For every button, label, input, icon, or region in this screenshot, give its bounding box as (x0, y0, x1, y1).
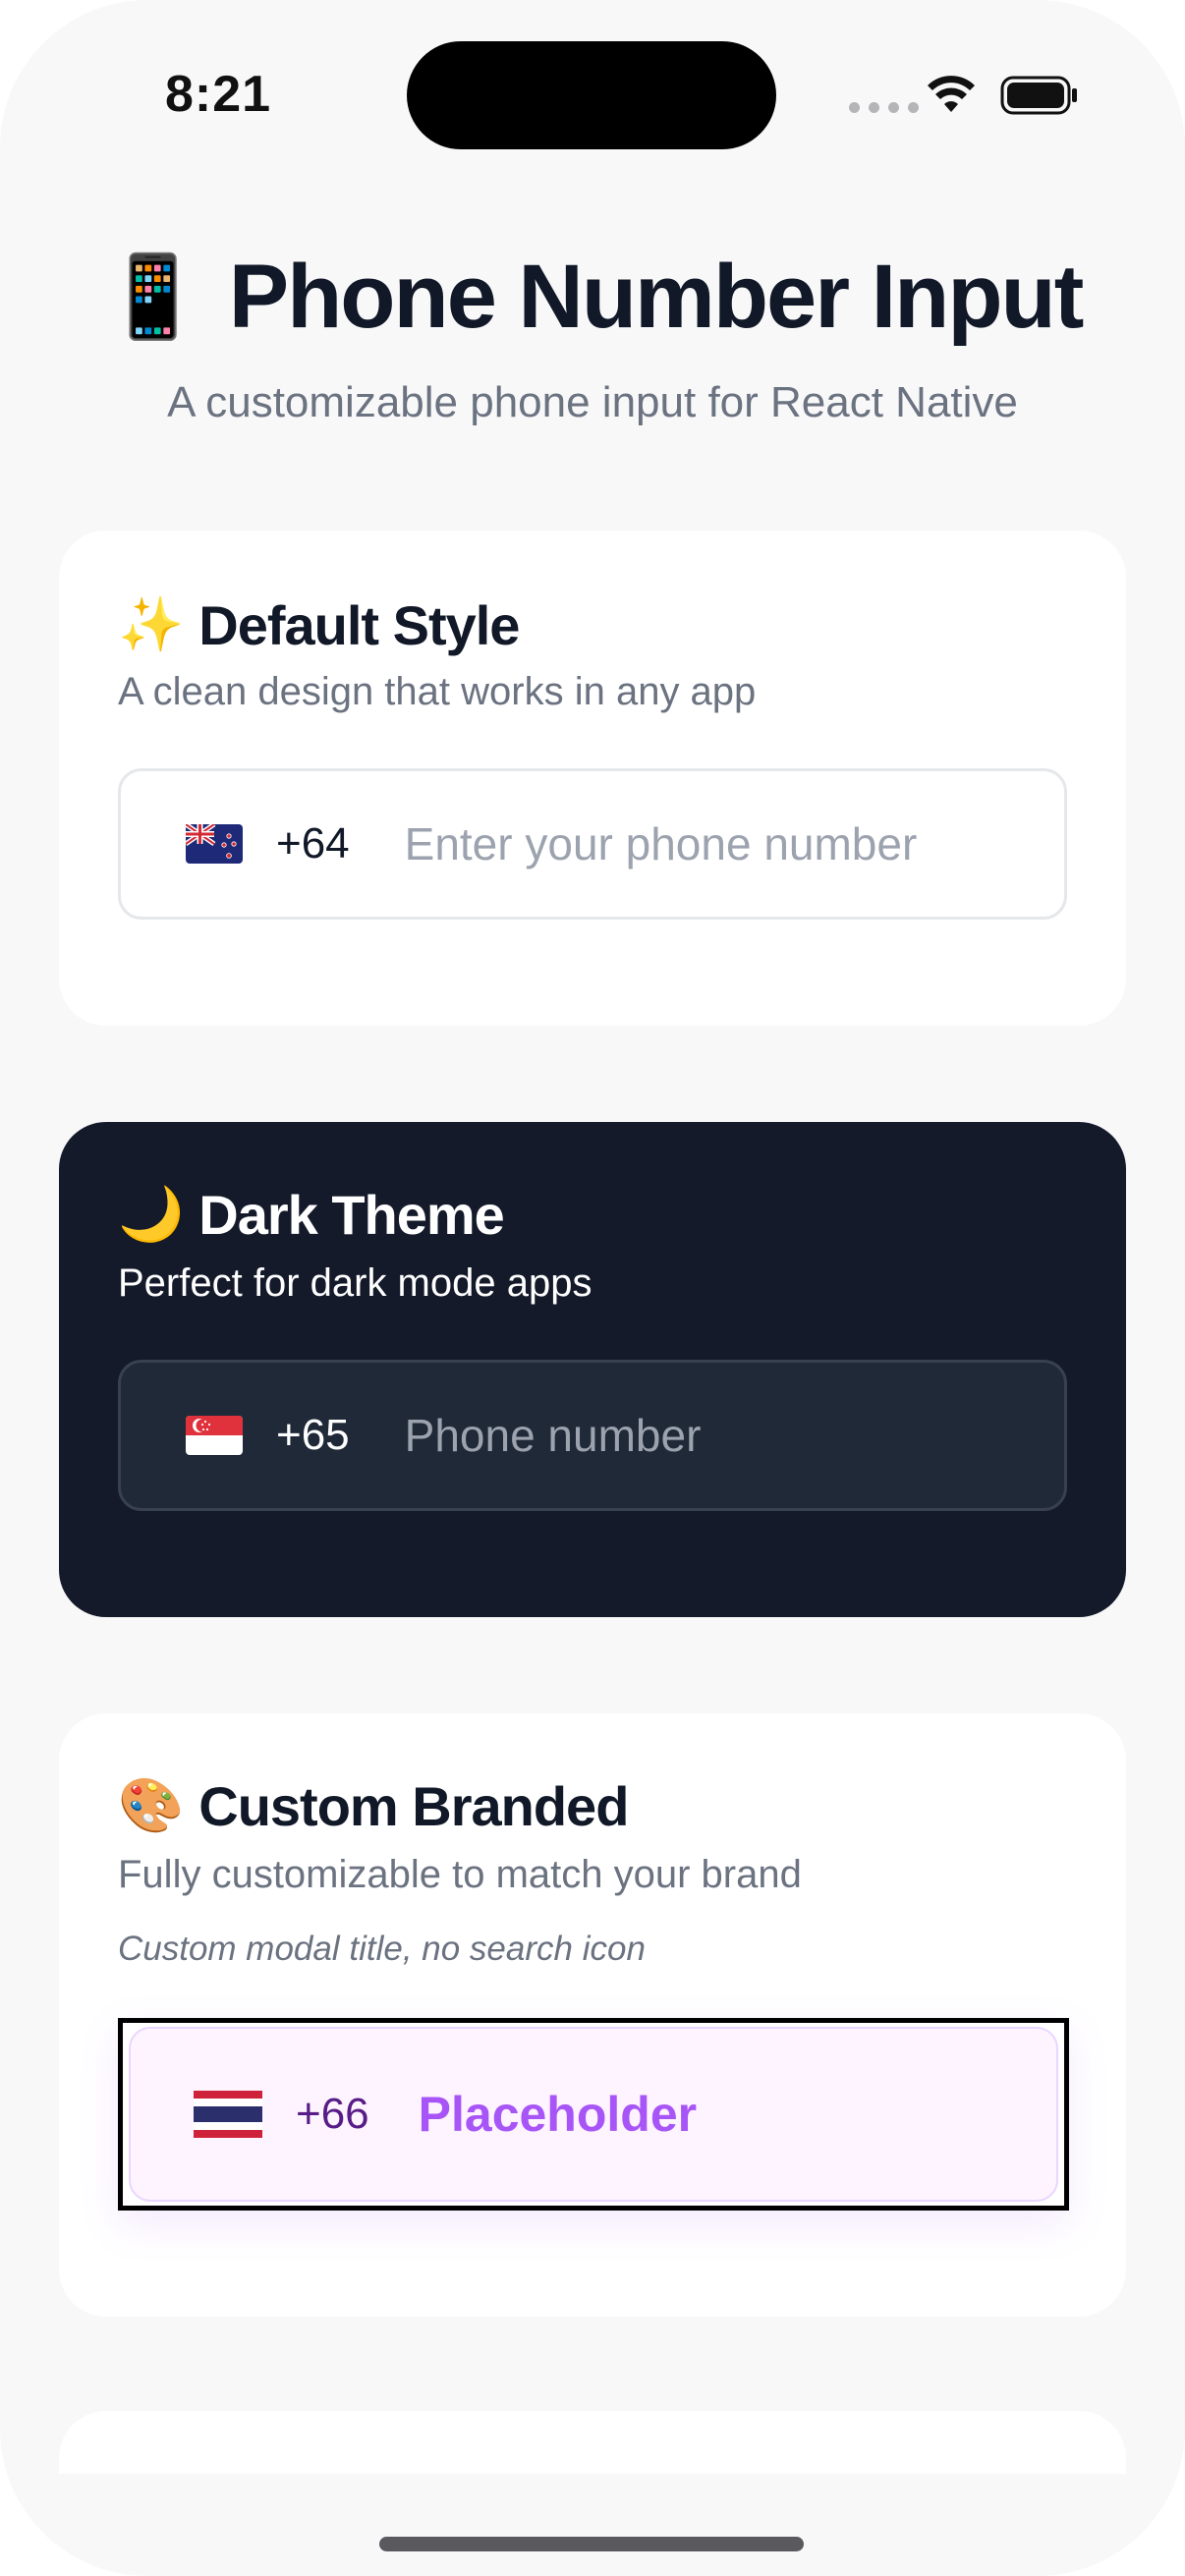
phone-input-dark: +65 Phone number (118, 1360, 1067, 1511)
status-time: 8:21 (165, 66, 272, 123)
country-code: +64 (276, 819, 350, 868)
country-picker-button[interactable]: +66 (194, 2090, 369, 2139)
country-picker-button[interactable]: +65 (186, 1411, 350, 1460)
singapore-flag-icon (186, 1416, 243, 1455)
country-code: +65 (276, 1411, 350, 1459)
dynamic-island (407, 41, 776, 149)
country-picker-button[interactable]: +64 (186, 819, 350, 868)
default-style-card: ✨ Default Style A clean design that work… (59, 531, 1126, 1026)
card-title: ✨ Default Style (118, 593, 520, 657)
page-subtitle: A customizable phone input for React Nat… (167, 378, 1018, 426)
phone-input-default: +64 Enter your phone number (118, 768, 1067, 920)
battery-icon (1000, 76, 1077, 115)
card-title: 🎨 Custom Branded (118, 1774, 629, 1838)
country-code: +66 (296, 2090, 369, 2138)
card-title-label: Custom Branded (198, 1775, 629, 1837)
card-title: 🌙 Dark Theme (118, 1183, 505, 1247)
phone-number-input[interactable]: Placeholder (419, 2086, 697, 2143)
sparkles-icon: ✨ (118, 595, 184, 654)
phone-input-branded-field: +66 Placeholder (129, 2027, 1058, 2202)
card-title-label: Default Style (198, 594, 520, 656)
signal-dots-icon (849, 102, 919, 113)
page-header: 📱 Phone Number Input (0, 246, 1185, 349)
thailand-flag-icon (194, 2091, 262, 2138)
phone-input-branded: +66 Placeholder (118, 2018, 1069, 2211)
card-description: Perfect for dark mode apps (118, 1261, 592, 1305)
card-description: Fully customizable to match your brand (118, 1853, 802, 1896)
new-zealand-flag-icon (186, 824, 243, 864)
wifi-icon (928, 76, 975, 112)
phone-number-input[interactable]: Enter your phone number (405, 817, 918, 870)
mobile-phone-icon: 📱 (102, 252, 203, 342)
dark-theme-card: 🌙 Dark Theme Perfect for dark mode apps … (59, 1122, 1126, 1617)
custom-branded-card: 🎨 Custom Branded Fully customizable to m… (59, 1713, 1126, 2317)
card-title-label: Dark Theme (198, 1184, 505, 1246)
bottom-safe-area (0, 2474, 1185, 2576)
page-title: Phone Number Input (228, 247, 1085, 347)
artist-palette-icon: 🎨 (118, 1776, 184, 1835)
home-indicator[interactable] (379, 2537, 804, 2551)
crescent-moon-icon: 🌙 (118, 1185, 184, 1244)
phone-screen: 8:21 📱 Phone Number Input A customizable… (0, 0, 1185, 2576)
card-note: Custom modal title, no search icon (118, 1930, 646, 1968)
card-description: A clean design that works in any app (118, 670, 757, 713)
phone-number-input[interactable]: Phone number (405, 1409, 702, 1462)
